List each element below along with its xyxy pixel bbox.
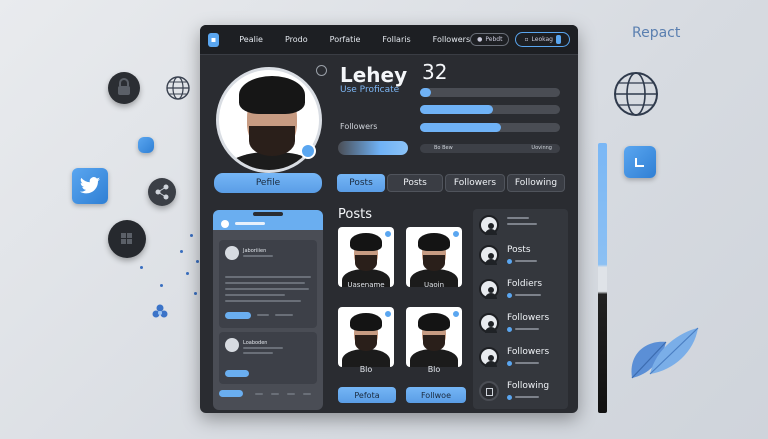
list-avatar-3 [479, 313, 499, 333]
tab-posts-active[interactable]: Posts [337, 174, 385, 192]
profile-button[interactable]: Pefile [214, 173, 322, 193]
list-item-folders[interactable]: Foldiers [507, 279, 542, 289]
leaf-icon [622, 322, 702, 382]
globe-icon-right [612, 70, 660, 118]
tab-posts[interactable]: Posts [387, 174, 443, 192]
nav-item-4[interactable]: Follaris [382, 35, 410, 44]
list-avatar-1 [479, 245, 499, 265]
phone-post-card-2[interactable]: Loaboden [219, 332, 317, 384]
stat-bar-4: Bo Bew Uovinng [420, 144, 560, 153]
lock-small-icon: ▫ [524, 36, 529, 43]
profile-age: 32 [422, 60, 448, 84]
stat-bar-4-value: Uovinng [531, 145, 552, 151]
posts-title: Posts [338, 207, 372, 222]
nav-pill-label: Pebdt [485, 36, 503, 43]
nav-item-2[interactable]: Prodo [285, 35, 308, 44]
post-photo-2[interactable] [406, 227, 462, 287]
stat-bar-4-label: Bo Bew [434, 145, 453, 151]
side-list: Posts Foldiers Followers Followers Follo… [473, 209, 568, 409]
vertical-scrollbar[interactable] [598, 143, 607, 413]
post-caption-1: Uasename [347, 281, 385, 289]
lock-icon [108, 72, 140, 104]
list-avatar-0 [479, 215, 499, 235]
followers-progress[interactable] [338, 141, 408, 155]
avatar [225, 246, 239, 260]
list-avatar-4 [479, 347, 499, 367]
list-avatar-2 [479, 279, 499, 299]
phone-action-button[interactable] [219, 390, 243, 397]
small-square-icon [138, 137, 154, 153]
nav-login-label: Leokag [531, 36, 553, 43]
tab-following[interactable]: Following [507, 174, 565, 192]
phone-post-card-1[interactable]: Jaboriiien [219, 240, 317, 328]
brand-text: Repact [632, 25, 681, 41]
phone-preview: Jaboriiien Loaboden [213, 210, 323, 410]
top-nav-bar: ▪ Pealie Prodo Porfatie Follaris Followe… [200, 25, 578, 55]
app-logo-icon[interactable]: ▪ [208, 32, 220, 47]
flower-icon [150, 302, 170, 322]
post-photo-1[interactable] [338, 227, 394, 287]
stat-bar-2 [420, 105, 560, 114]
corner-square-icon [624, 146, 656, 178]
list-item-posts[interactable]: Posts [507, 245, 531, 255]
post-caption-4: Blo [427, 365, 441, 374]
nav-login-button[interactable]: ▫ Leokag [515, 32, 570, 47]
nav-item-1[interactable]: Pealie [239, 35, 263, 44]
toggle-indicator [556, 35, 561, 44]
nav-item-followers[interactable]: Followers [433, 35, 470, 44]
post-caption-3: Blo [359, 365, 373, 374]
stat-bar-3 [420, 123, 560, 132]
list-item-followers-1[interactable]: Followers [507, 313, 549, 323]
avatar [225, 338, 239, 352]
list-item-following[interactable]: Following [507, 381, 549, 391]
stat-bar-1 [420, 88, 560, 97]
posts-follow-button[interactable]: Follwoe [406, 387, 466, 403]
user-icon: ● [477, 36, 483, 43]
settings-ring-icon[interactable] [316, 65, 327, 76]
twitter-icon [72, 168, 108, 204]
post-photo-3[interactable] [338, 307, 394, 367]
globe-icon [165, 75, 191, 101]
profile-name: Lehey [340, 63, 408, 87]
post-author-1: Jaboriiien [243, 248, 267, 254]
camera-edit-icon[interactable] [300, 143, 316, 159]
profile-subtitle: Use Proficate [340, 85, 400, 95]
list-avatar-5 [479, 381, 499, 401]
nav-item-3[interactable]: Porfatie [330, 35, 361, 44]
profile-window: ▪ Pealie Prodo Porfatie Follaris Followe… [200, 25, 578, 413]
tab-followers[interactable]: Followers [445, 174, 505, 192]
dots-decoration [120, 232, 200, 312]
share-circle-icon [148, 178, 176, 206]
phone-header [213, 210, 323, 230]
followers-label: Followers [340, 122, 378, 131]
post-photo-4[interactable] [406, 307, 462, 367]
nav-pill-button[interactable]: ● Pebdt [470, 33, 510, 46]
post-author-2: Loaboden [243, 340, 268, 346]
posts-photo-button[interactable]: Pefota [338, 387, 396, 403]
list-item-followers-2[interactable]: Followers [507, 347, 549, 357]
post-caption-2: Uaoin [423, 281, 445, 289]
